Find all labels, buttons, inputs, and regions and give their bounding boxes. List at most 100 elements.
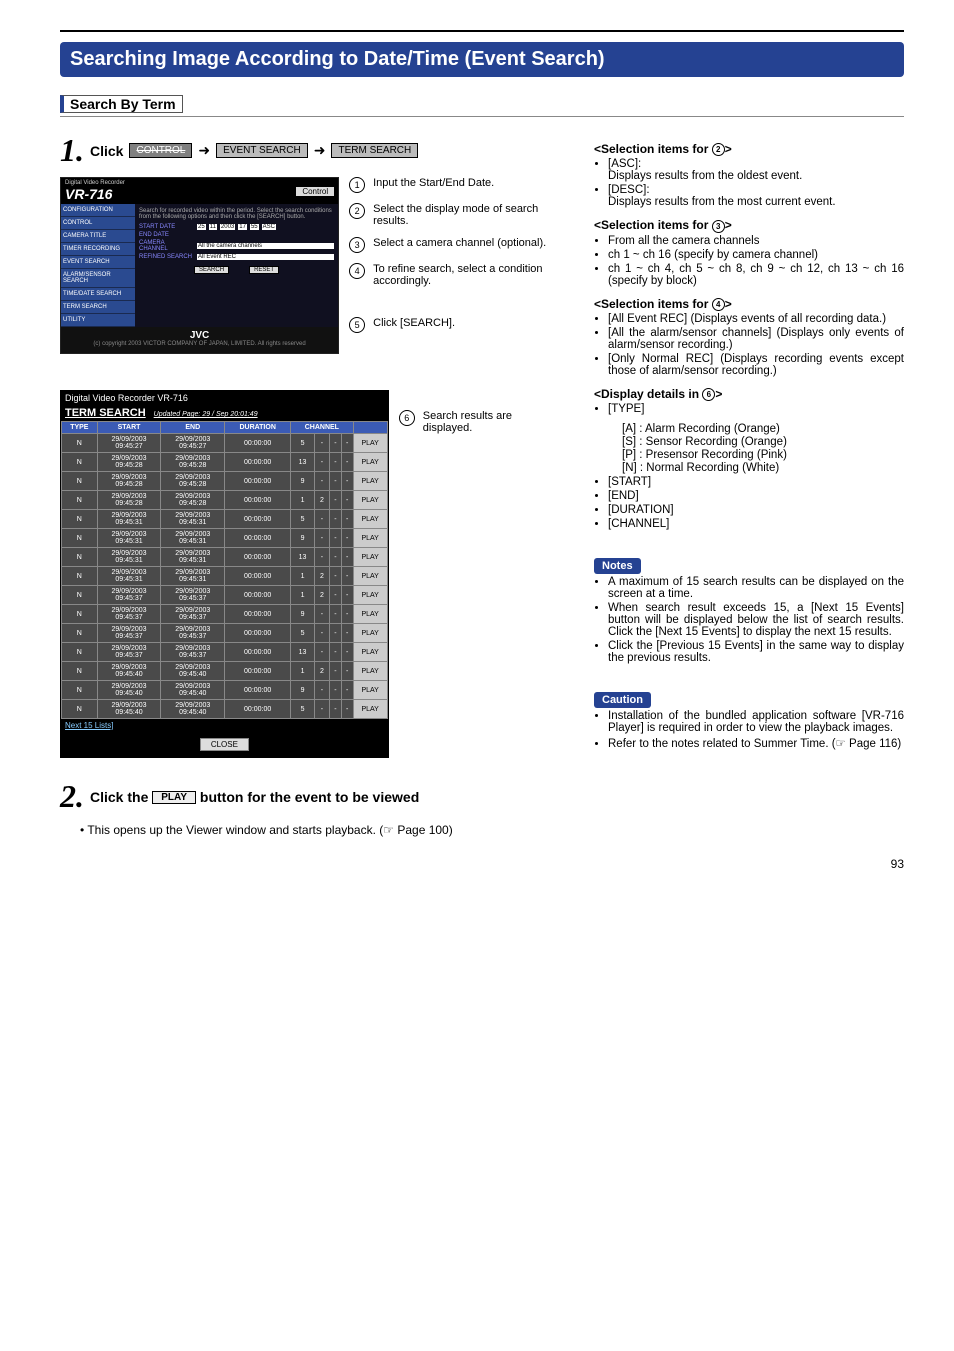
table-row: N29/09/200309:45:3129/09/200309:45:3100:… [62, 529, 388, 548]
arrow-icon: ➜ [314, 142, 326, 159]
sel3-item: ch 1 ~ ch 16 (specify by camera channel) [608, 249, 904, 261]
min-input[interactable]: 55 [250, 224, 259, 230]
notes-label: Notes [594, 558, 641, 574]
day-input[interactable]: 25 [197, 224, 206, 230]
refined-search-label: REFINED SEARCH [139, 254, 194, 260]
sidebar-item[interactable]: TIMER RECORDING [61, 243, 135, 256]
sidebar-item[interactable]: CONFIGURATION [61, 204, 135, 217]
camera-channel-select[interactable]: All the camera channels [197, 243, 334, 249]
note-item: A maximum of 15 search results can be di… [608, 576, 904, 600]
sidebar: CONFIGURATION CONTROL CAMERA TITLE TIMER… [61, 204, 135, 327]
results-product: Digital Video Recorder VR-716 [61, 391, 388, 405]
disp6-item: [START] [608, 476, 904, 488]
play-cell[interactable]: PLAY [353, 643, 387, 662]
month-input[interactable]: 11 [209, 224, 217, 230]
step2-number: 2. [60, 778, 84, 815]
sidebar-item[interactable]: TIME/DATE SEARCH [61, 288, 135, 301]
col-channel: CHANNEL [291, 422, 353, 434]
copyright: (c) copyright 2003 VICTOR COMPANY OF JAP… [93, 341, 305, 347]
disp6-heading: <Display details in 6> [594, 387, 904, 401]
end-date-label: END DATE [139, 232, 194, 238]
arrow-icon: ➜ [198, 142, 210, 159]
page-number: 93 [60, 857, 904, 871]
play-cell[interactable]: PLAY [353, 453, 387, 472]
play-cell[interactable]: PLAY [353, 529, 387, 548]
event-search-button[interactable]: EVENT SEARCH [216, 143, 308, 158]
reset-button[interactable]: RESET [249, 266, 279, 274]
product-logo: VR-716 [65, 186, 125, 202]
callout-1-icon: 1 [349, 177, 365, 193]
sidebar-item[interactable]: ALARM/SENSOR SEARCH [61, 269, 135, 288]
step1-text: Click [90, 143, 123, 159]
play-cell[interactable]: PLAY [353, 548, 387, 567]
hour-input[interactable]: 17 [238, 224, 247, 230]
table-row: N29/09/200309:45:3729/09/200309:45:3700:… [62, 605, 388, 624]
results-title: TERM SEARCH [65, 407, 146, 419]
play-button[interactable]: PLAY [152, 791, 196, 804]
sel2-item: [DESC]:Displays results from the most cu… [608, 184, 904, 208]
play-cell[interactable]: PLAY [353, 700, 387, 719]
sidebar-item[interactable]: UTILITY [61, 314, 135, 327]
search-button[interactable]: SEARCH [194, 266, 229, 274]
control-tab[interactable]: Control [296, 187, 334, 196]
disp6-item: [DURATION] [608, 504, 904, 516]
close-button[interactable]: CLOSE [200, 738, 249, 751]
page-title: Searching Image According to Date/Time (… [60, 42, 904, 77]
play-cell[interactable]: PLAY [353, 681, 387, 700]
table-row: N29/09/200309:45:3729/09/200309:45:3700:… [62, 624, 388, 643]
col-end: END [161, 422, 225, 434]
sidebar-item[interactable]: CONTROL [61, 217, 135, 230]
sel4-item: [Only Normal REC] (Displays recording ev… [608, 353, 904, 377]
play-cell[interactable]: PLAY [353, 434, 387, 453]
callout-3: Select a camera channel (optional). [373, 237, 546, 253]
callout-6-icon: 6 [399, 410, 415, 426]
callout-list: 1Input the Start/End Date. 2Select the d… [349, 177, 564, 343]
camera-channel-label: CAMERA CHANNEL [139, 240, 194, 252]
col-play [353, 422, 387, 434]
step2-sub: • This opens up the Viewer window and st… [80, 823, 564, 837]
disp6-item: [END] [608, 490, 904, 502]
note-item: When search result exceeds 15, a [Next 1… [608, 602, 904, 638]
sidebar-item[interactable]: CAMERA TITLE [61, 230, 135, 243]
year-input[interactable]: 2003 [220, 224, 235, 230]
play-cell[interactable]: PLAY [353, 586, 387, 605]
step2-post: button for the event to be viewed [200, 789, 419, 805]
refined-search-select[interactable]: All Event REC [197, 254, 334, 260]
sidebar-item[interactable]: TERM SEARCH [61, 301, 135, 314]
jvc-logo: JVC [190, 330, 209, 341]
table-row: N29/09/200309:45:2829/09/200309:45:2800:… [62, 491, 388, 510]
col-duration: DURATION [225, 422, 291, 434]
step-1: 1. Click CONTROL ➜ EVENT SEARCH ➜ TERM S… [60, 132, 564, 169]
results-screenshot: Digital Video Recorder VR-716 TERM SEARC… [60, 390, 389, 758]
next-15-link[interactable]: Next 15 Lists] [61, 719, 388, 732]
table-row: N29/09/200309:45:3129/09/200309:45:3100:… [62, 567, 388, 586]
step2-pre: Click the [90, 789, 148, 805]
table-row: N29/09/200309:45:2729/09/200309:45:2700:… [62, 434, 388, 453]
start-date-label: START DATE [139, 224, 194, 230]
sel3-item: ch 1 ~ ch 4, ch 5 ~ ch 8, ch 9 ~ ch 12, … [608, 263, 904, 287]
play-cell[interactable]: PLAY [353, 491, 387, 510]
sel4-item: [All Event REC] (Displays events of all … [608, 313, 904, 325]
play-cell[interactable]: PLAY [353, 662, 387, 681]
table-row: N29/09/200309:45:3129/09/200309:45:3100:… [62, 510, 388, 529]
play-cell[interactable]: PLAY [353, 510, 387, 529]
results-table: TYPE START END DURATION CHANNEL N29/09/2… [61, 421, 388, 719]
play-cell[interactable]: PLAY [353, 605, 387, 624]
sidebar-item[interactable]: EVENT SEARCH [61, 256, 135, 269]
callout-2-icon: 2 [349, 203, 365, 219]
table-row: N29/09/200309:45:2829/09/200309:45:2800:… [62, 453, 388, 472]
callout-6: Search results are displayed. [423, 410, 564, 434]
nav-screenshot: Digital Video Recorder VR-716 Control CO… [60, 177, 339, 354]
term-search-button[interactable]: TERM SEARCH [331, 143, 418, 158]
callout-4-icon: 4 [349, 263, 365, 279]
play-cell[interactable]: PLAY [353, 567, 387, 586]
play-cell[interactable]: PLAY [353, 624, 387, 643]
table-row: N29/09/200309:45:4029/09/200309:45:4000:… [62, 681, 388, 700]
control-button[interactable]: CONTROL [129, 143, 192, 158]
sel3-heading: <Selection items for 3> [594, 218, 904, 232]
asc-select[interactable]: ASC [262, 224, 276, 230]
callout-5: Click [SEARCH]. [373, 317, 455, 333]
play-cell[interactable]: PLAY [353, 472, 387, 491]
sel4-heading: <Selection items for 4> [594, 297, 904, 311]
sel2-heading: <Selection items for 2> [594, 142, 904, 156]
